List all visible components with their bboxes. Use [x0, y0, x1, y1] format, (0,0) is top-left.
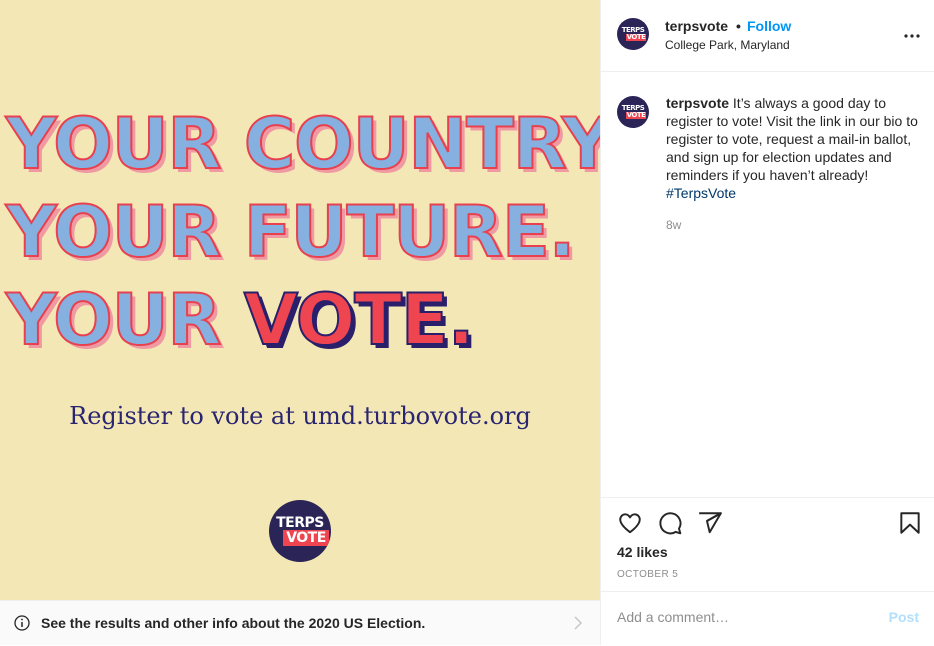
share-icon[interactable] — [697, 510, 723, 536]
caption-username[interactable]: terpsvote — [666, 95, 729, 111]
headline-line-1: YOUR COUNTRY. — [5, 102, 600, 186]
caption-age: 8w — [666, 218, 682, 232]
election-banner-text: See the results and other info about the… — [41, 615, 426, 631]
comment-icon[interactable] — [657, 510, 683, 536]
headline-line-3: YOUR VOTE. — [5, 276, 600, 364]
comment-row: Post — [601, 591, 934, 646]
follow-button[interactable]: Follow — [747, 18, 791, 34]
avatar[interactable]: TERPS VOTE — [617, 18, 649, 50]
post-sidebar: TERPS VOTE terpsvote • Follow College Pa… — [600, 0, 934, 645]
more-options-icon[interactable] — [903, 28, 921, 44]
headline-highlight: VOTE. — [243, 278, 476, 362]
logo-line-1: TERPS — [276, 515, 324, 531]
headline-line-2: YOUR FUTURE. — [5, 190, 576, 274]
caption: terpsvote It’s always a good day to regi… — [666, 94, 922, 202]
heart-icon[interactable] — [617, 510, 643, 536]
comment-input[interactable] — [617, 605, 867, 629]
post-actions: 42 likes OCTOBER 5 Post — [601, 497, 934, 645]
chevron-right-icon — [574, 616, 583, 630]
post-comment-button[interactable]: Post — [889, 609, 919, 625]
info-icon — [14, 615, 30, 631]
caption-avatar-line-2: VOTE — [625, 111, 647, 119]
header-username[interactable]: terpsvote — [665, 18, 728, 34]
bookmark-icon[interactable] — [897, 510, 923, 536]
logo-line-2: VOTE — [283, 530, 329, 546]
post-header: TERPS VOTE terpsvote • Follow College Pa… — [601, 0, 934, 72]
header-separator: • — [736, 18, 741, 34]
likes-count[interactable]: 42 likes — [617, 544, 668, 560]
headline: YOUR COUNTRY. YOUR FUTURE. YOUR VOTE. — [5, 100, 600, 364]
terpsvote-logo: TERPS VOTE — [269, 500, 331, 562]
election-info-banner[interactable]: See the results and other info about the… — [0, 600, 600, 645]
post-image[interactable]: YOUR COUNTRY. YOUR FUTURE. YOUR VOTE. Re… — [0, 0, 600, 600]
register-text: Register to vote at umd.turbovote.org — [69, 402, 531, 430]
caption-avatar[interactable]: TERPS VOTE — [617, 96, 649, 128]
post-date: OCTOBER 5 — [617, 569, 679, 580]
headline-line-3-prefix: YOUR — [5, 278, 244, 362]
header-location[interactable]: College Park, Maryland — [665, 38, 790, 52]
caption-hashtag[interactable]: #TerpsVote — [666, 185, 736, 201]
avatar-line-2: VOTE — [625, 33, 647, 41]
